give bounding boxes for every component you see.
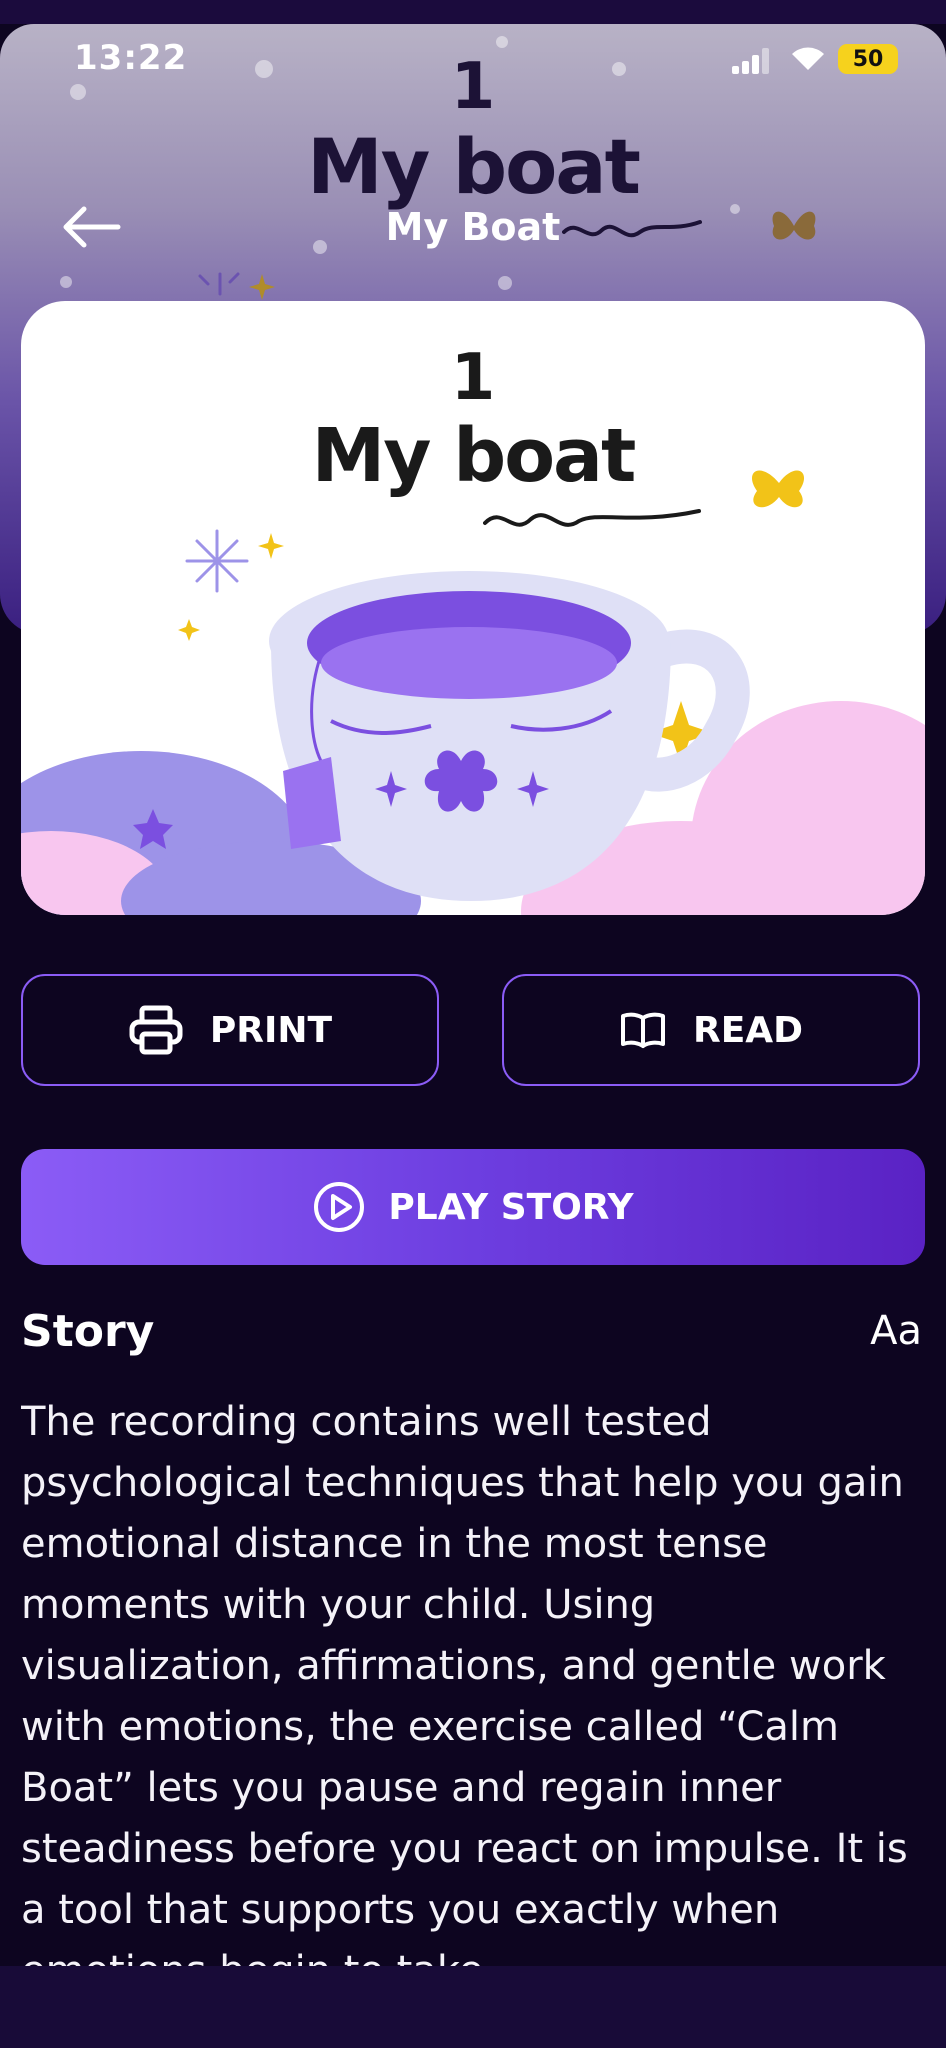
play-story-button[interactable]: PLAY STORY (21, 1149, 925, 1265)
play-circle-icon (314, 1182, 365, 1232)
bottom-bar (0, 1966, 946, 2048)
story-text: The recording contains well tested psych… (21, 1399, 908, 1966)
font-size-button[interactable]: Aa (870, 1308, 922, 1354)
teacup-illustration (21, 470, 925, 915)
story-cover-image: 1 My boat (21, 301, 925, 915)
read-button-label: READ (692, 1009, 804, 1051)
story-text-container[interactable]: The recording contains well tested psych… (21, 1392, 921, 1966)
read-button[interactable]: READ (502, 974, 920, 1086)
story-heading: Story (21, 1306, 155, 1357)
printer-icon (129, 1005, 183, 1055)
arrow-left-icon (63, 206, 121, 248)
book-open-icon (620, 1012, 665, 1048)
page-title: My Boat (385, 205, 561, 249)
sky-dot (60, 276, 72, 288)
print-button-label: PRINT (209, 1009, 333, 1051)
play-story-label: PLAY STORY (388, 1186, 634, 1228)
top-frame (0, 0, 946, 24)
sky-dot (498, 276, 512, 290)
back-button[interactable] (58, 202, 128, 252)
header-story-number: 1 (450, 50, 496, 124)
sky-dot (496, 36, 508, 48)
print-button[interactable]: PRINT (21, 974, 439, 1086)
header-story-title: My boat (307, 122, 641, 211)
